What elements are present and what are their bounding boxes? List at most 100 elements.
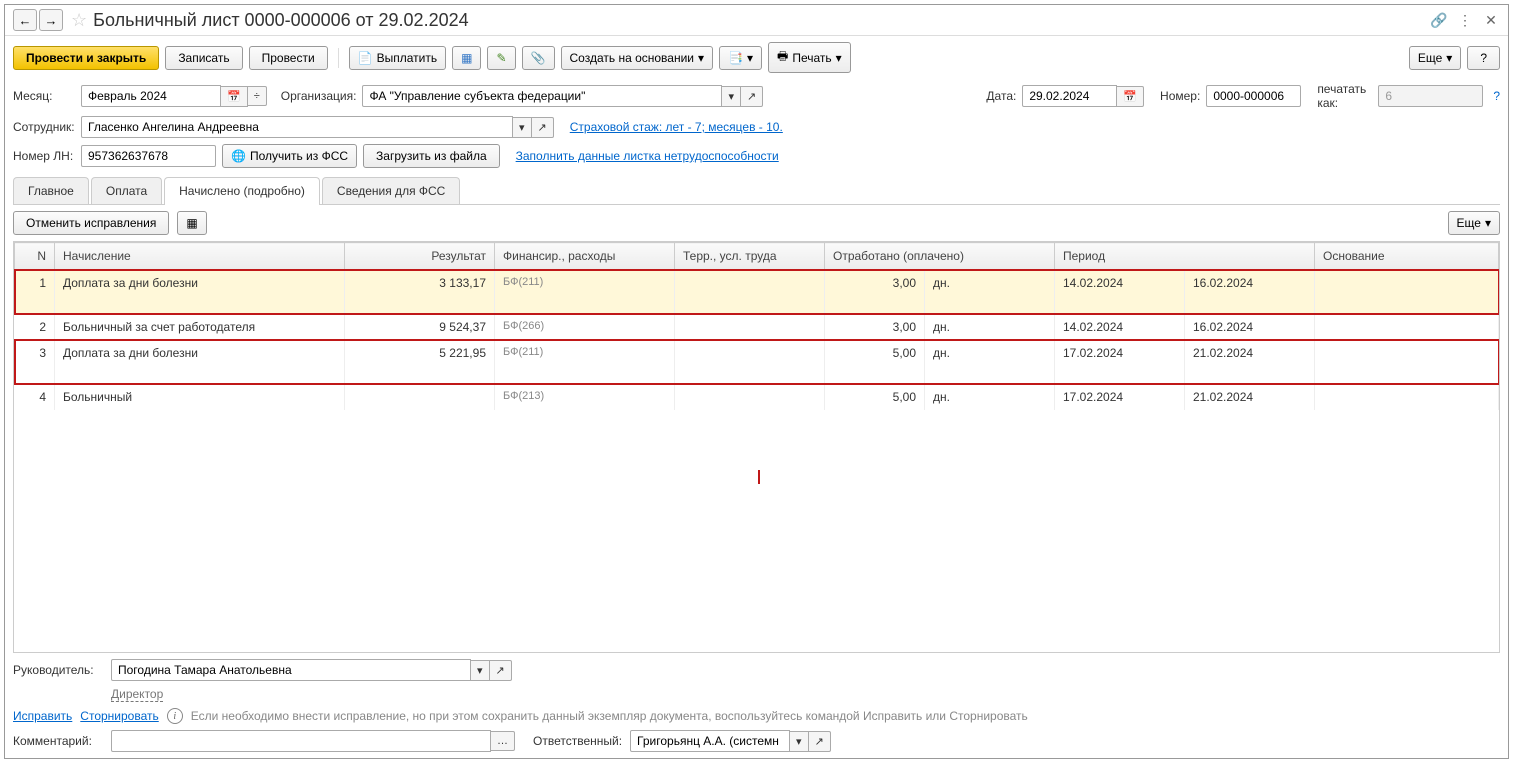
cell-result: 9 524,37: [345, 314, 495, 341]
cell-terr: [675, 340, 825, 384]
print-button[interactable]: 🖶 Печать ▾: [768, 42, 851, 73]
manager-label: Руководитель:: [13, 663, 103, 677]
dropdown-icon[interactable]: ▾: [722, 86, 741, 107]
tab-fss[interactable]: Сведения для ФСС: [322, 177, 460, 204]
open-icon[interactable]: ↗: [490, 660, 512, 681]
doc-arrow-icon: 📑: [728, 51, 743, 65]
dropdown-icon[interactable]: ▾: [471, 660, 490, 681]
calendar-icon[interactable]: 📅: [1117, 86, 1144, 107]
dropdown-icon[interactable]: ▾: [790, 731, 809, 752]
th-period[interactable]: Период: [1055, 243, 1315, 270]
cell-worked: 3,00: [825, 270, 925, 314]
table-more-button[interactable]: Еще ▾: [1448, 211, 1500, 235]
table-row[interactable]: 3Доплата за дни болезни5 221,95БФ(211)5,…: [15, 340, 1499, 384]
cell-result: [345, 384, 495, 410]
cell-period-from: 17.02.2024: [1055, 340, 1185, 384]
doc-icon-button[interactable]: ▦: [452, 46, 481, 70]
tab-main[interactable]: Главное: [13, 177, 89, 204]
table-row[interactable]: 1Доплата за дни болезни3 133,17БФ(211)3,…: [15, 270, 1499, 314]
table-settings-button[interactable]: ▦: [177, 211, 206, 235]
chevron-down-icon: ▾: [1485, 216, 1491, 230]
th-n[interactable]: N: [15, 243, 55, 270]
chevron-down-icon: ▾: [836, 51, 842, 65]
calendar-icon[interactable]: 📅: [221, 86, 248, 107]
separator: [338, 48, 339, 68]
more-menu-icon[interactable]: ⋮: [1456, 11, 1474, 29]
org-input[interactable]: [362, 85, 722, 107]
cell-worked: 5,00: [825, 384, 925, 410]
stepper-icon[interactable]: ÷: [248, 86, 267, 106]
cell-name: Доплата за дни болезни: [55, 270, 345, 314]
cancel-corrections-button[interactable]: Отменить исправления: [13, 211, 169, 235]
open-icon[interactable]: ↗: [532, 117, 554, 138]
table-row[interactable]: 2Больничный за счет работодателя9 524,37…: [15, 314, 1499, 341]
load-file-button[interactable]: Загрузить из файла: [363, 144, 500, 168]
tab-accrued[interactable]: Начислено (подробно): [164, 177, 320, 204]
print-as-input: [1378, 85, 1483, 107]
storno-link[interactable]: Сторнировать: [80, 709, 158, 723]
date-label: Дата:: [986, 89, 1016, 103]
create-based-button[interactable]: Создать на основании ▾: [561, 46, 714, 70]
cell-unit: дн.: [925, 384, 1055, 410]
forward-button[interactable]: →: [39, 9, 63, 31]
back-button[interactable]: ←: [13, 9, 37, 31]
cell-basis: [1315, 314, 1499, 341]
cell-period-to: 16.02.2024: [1185, 270, 1315, 314]
ellipsis-icon[interactable]: …: [491, 731, 515, 751]
pay-icon: 📄: [358, 51, 373, 65]
pay-button[interactable]: 📄 Выплатить: [349, 46, 446, 70]
th-result[interactable]: Результат: [345, 243, 495, 270]
clip-icon: 📎: [531, 51, 546, 65]
open-icon[interactable]: ↗: [741, 86, 763, 107]
post-button[interactable]: Провести: [249, 46, 328, 70]
ln-input[interactable]: [81, 145, 216, 167]
cell-period-to: 16.02.2024: [1185, 314, 1315, 341]
table-row[interactable]: 4БольничныйБФ(213)5,00дн.17.02.202421.02…: [15, 384, 1499, 410]
cell-name: Больничный: [55, 384, 345, 410]
month-label: Месяц:: [13, 89, 75, 103]
doc-action-button[interactable]: 📑▾: [719, 46, 762, 70]
cell-period-to: 21.02.2024: [1185, 384, 1315, 410]
month-input[interactable]: [81, 85, 221, 107]
employee-input[interactable]: [81, 116, 513, 138]
favorite-icon[interactable]: ☆: [71, 10, 87, 31]
dropdown-icon[interactable]: ▾: [513, 117, 532, 138]
cell-n: 1: [15, 270, 55, 314]
th-worked[interactable]: Отработано (оплачено): [825, 243, 1055, 270]
manager-input[interactable]: [111, 659, 471, 681]
pencil-icon: ✎: [496, 51, 506, 65]
th-basis[interactable]: Основание: [1315, 243, 1499, 270]
number-label: Номер:: [1160, 89, 1200, 103]
help-icon[interactable]: ?: [1493, 89, 1500, 103]
number-input[interactable]: [1206, 85, 1301, 107]
th-fin[interactable]: Финансир., расходы: [495, 243, 675, 270]
edit-icon-button[interactable]: ✎: [487, 46, 515, 70]
open-icon[interactable]: ↗: [809, 731, 831, 752]
attach-icon-button[interactable]: 📎: [522, 46, 555, 70]
post-and-close-button[interactable]: Провести и закрыть: [13, 46, 159, 70]
get-fss-button[interactable]: 🌐 Получить из ФСС: [222, 144, 357, 168]
chevron-down-icon: ▾: [1446, 51, 1452, 65]
table-icon: ▦: [186, 216, 197, 230]
cell-terr: [675, 314, 825, 341]
more-button[interactable]: Еще ▾: [1409, 46, 1461, 70]
help-button[interactable]: ?: [1467, 46, 1500, 70]
resp-input[interactable]: [630, 730, 790, 752]
director-link[interactable]: Директор: [111, 687, 163, 702]
tab-payment[interactable]: Оплата: [91, 177, 162, 204]
date-input[interactable]: [1022, 85, 1117, 107]
fill-link[interactable]: Заполнить данные листка нетрудоспособнос…: [516, 149, 779, 163]
th-terr[interactable]: Терр., усл. труда: [675, 243, 825, 270]
link-icon[interactable]: 🔗: [1430, 11, 1448, 29]
comment-input[interactable]: [111, 730, 491, 752]
close-icon[interactable]: ✕: [1482, 11, 1500, 29]
fix-link[interactable]: Исправить: [13, 709, 72, 723]
document-icon: ▦: [461, 51, 472, 65]
comment-label: Комментарий:: [13, 734, 103, 748]
insurance-link[interactable]: Страховой стаж: лет - 7; месяцев - 10.: [570, 120, 783, 134]
printer-icon: 🖶: [777, 47, 788, 68]
save-button[interactable]: Записать: [165, 46, 242, 70]
cell-worked: 5,00: [825, 340, 925, 384]
globe-icon: 🌐: [231, 149, 246, 163]
th-name[interactable]: Начисление: [55, 243, 345, 270]
